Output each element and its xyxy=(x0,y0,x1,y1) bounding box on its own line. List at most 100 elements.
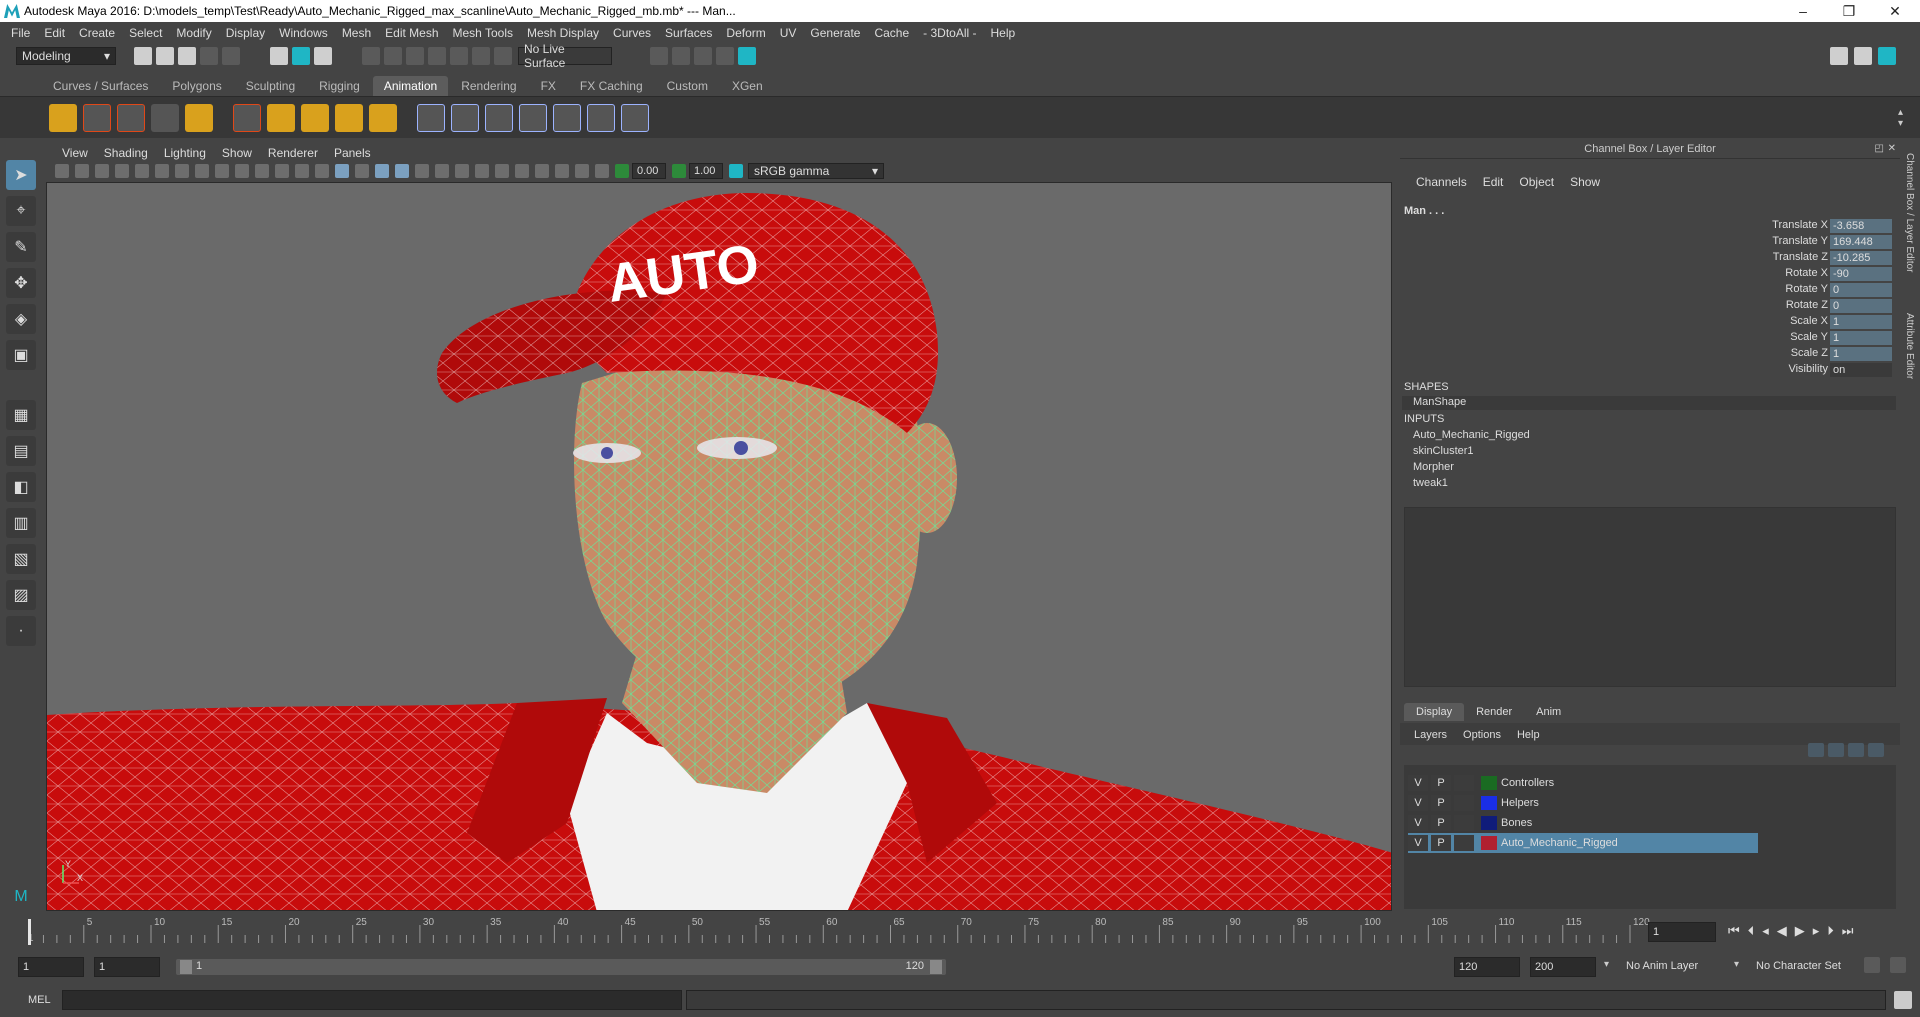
safe-title-icon[interactable] xyxy=(295,164,309,178)
shelf-tab-polygons[interactable]: Polygons xyxy=(161,76,232,96)
input-node[interactable]: Morpher xyxy=(1413,461,1454,473)
channel-label[interactable]: Scale Z xyxy=(1688,347,1828,359)
isolate-select-icon[interactable] xyxy=(535,164,549,178)
input-node[interactable]: Auto_Mechanic_Rigged xyxy=(1413,429,1530,441)
command-input[interactable] xyxy=(62,990,682,1010)
side-by-side-layout-icon[interactable]: ◧ xyxy=(6,472,36,502)
snap-surface-icon[interactable] xyxy=(450,47,468,65)
ik-spline-icon[interactable] xyxy=(485,103,513,132)
script-language-label[interactable]: MEL xyxy=(28,994,51,1006)
camera-select-icon[interactable] xyxy=(55,164,69,178)
layer-menu-options[interactable]: Options xyxy=(1455,729,1509,745)
go-to-start-icon[interactable]: ⏮ xyxy=(1728,923,1740,939)
shelf-tab-sculpting[interactable]: Sculpting xyxy=(235,76,306,96)
camera-attrs-icon[interactable] xyxy=(75,164,89,178)
layer-visibility-toggle[interactable]: V xyxy=(1408,815,1428,831)
layer-name[interactable]: Controllers xyxy=(1501,777,1554,789)
textured-icon[interactable] xyxy=(395,164,409,178)
safe-action-icon[interactable] xyxy=(275,164,289,178)
key-translate-icon[interactable] xyxy=(267,103,295,132)
channel-label[interactable]: Rotate X xyxy=(1688,267,1828,279)
shadows-icon[interactable] xyxy=(435,164,449,178)
channel-menu-object[interactable]: Object xyxy=(1511,175,1562,189)
menu-uv[interactable]: UV xyxy=(773,26,804,40)
panel-menu-lighting[interactable]: Lighting xyxy=(156,146,214,160)
attribute-editor-side-tab[interactable]: Attribute Editor xyxy=(1904,313,1915,379)
move-tool-icon[interactable]: ✥ xyxy=(6,268,36,298)
grid-toggle-icon[interactable] xyxy=(175,164,189,178)
panel-menu-panels[interactable]: Panels xyxy=(326,146,379,160)
auto-key-icon[interactable] xyxy=(1864,957,1880,973)
time-slider[interactable]: 1510152025303540455055606570758085909510… xyxy=(0,915,1920,949)
menu-3dtoall[interactable]: - 3DtoAll - xyxy=(916,26,983,40)
menu-edit[interactable]: Edit xyxy=(37,26,72,40)
menu-windows[interactable]: Windows xyxy=(272,26,335,40)
channel-value[interactable]: 1 xyxy=(1830,331,1892,345)
menu-create[interactable]: Create xyxy=(72,26,122,40)
input-node[interactable]: tweak1 xyxy=(1413,477,1448,489)
panel-menu-renderer[interactable]: Renderer xyxy=(260,146,326,160)
shelf-tab-xgen[interactable]: XGen xyxy=(721,76,774,96)
channel-value[interactable]: -10.285 xyxy=(1830,251,1892,265)
playblast-icon[interactable] xyxy=(49,103,77,132)
image-plane-icon[interactable] xyxy=(115,164,129,178)
render-settings-icon[interactable] xyxy=(716,47,734,65)
cluster-icon[interactable] xyxy=(587,103,615,132)
menu-mesh-display[interactable]: Mesh Display xyxy=(520,26,606,40)
snap-vertex-icon[interactable] xyxy=(472,47,490,65)
menu-mesh-tools[interactable]: Mesh Tools xyxy=(446,26,520,40)
menu-help[interactable]: Help xyxy=(984,26,1023,40)
shelf-tab-animation[interactable]: Animation xyxy=(372,76,449,96)
panel-menu-view[interactable]: View xyxy=(54,146,96,160)
channel-label[interactable]: Rotate Z xyxy=(1688,299,1828,311)
four-view-layout-icon[interactable]: ▤ xyxy=(6,436,36,466)
panel-menu-show[interactable]: Show xyxy=(214,146,260,160)
layer-row[interactable]: V P Helpers xyxy=(1408,793,1758,813)
multisample-icon[interactable] xyxy=(495,164,509,178)
channel-value[interactable]: 0 xyxy=(1830,283,1892,297)
xray-components-icon[interactable] xyxy=(595,164,609,178)
step-back-key-icon[interactable]: ⏴ xyxy=(1748,923,1755,939)
chevron-down-icon[interactable]: ▾ xyxy=(1734,959,1739,970)
minimize-button[interactable]: – xyxy=(1780,0,1826,22)
script-editor-icon[interactable] xyxy=(1894,991,1912,1009)
layer-color-swatch[interactable] xyxy=(1481,816,1497,830)
playback-end-field[interactable]: 120 xyxy=(1454,957,1520,977)
key-rotate-icon[interactable] xyxy=(301,103,329,132)
layer-visibility-toggle[interactable]: V xyxy=(1408,835,1428,851)
channel-box-side-tab[interactable]: Channel Box / Layer Editor xyxy=(1904,153,1915,273)
channel-label[interactable]: Translate Z xyxy=(1688,251,1828,263)
anim-layer-dropdown[interactable]: No Anim Layer xyxy=(1622,957,1738,977)
layer-display-type[interactable] xyxy=(1454,775,1474,791)
shelf-tab-fx[interactable]: FX xyxy=(530,76,567,96)
exposure-icon[interactable] xyxy=(615,164,629,178)
menu-curves[interactable]: Curves xyxy=(606,26,658,40)
snap-curve-icon[interactable] xyxy=(384,47,402,65)
layer-tab-anim[interactable]: Anim xyxy=(1524,703,1573,721)
layer-color-swatch[interactable] xyxy=(1481,836,1497,850)
set-key-icon[interactable] xyxy=(233,103,261,132)
use-all-lights-icon[interactable] xyxy=(415,164,429,178)
2d-pan-zoom-icon[interactable] xyxy=(135,164,149,178)
step-forward-key-icon[interactable]: ⏵ xyxy=(1827,923,1834,939)
select-object-icon[interactable] xyxy=(292,47,310,65)
layer-playback-toggle[interactable]: P xyxy=(1431,775,1451,791)
maximize-button[interactable]: ❐ xyxy=(1826,0,1872,22)
layer-tab-display[interactable]: Display xyxy=(1404,703,1465,721)
channel-label[interactable]: Translate Y xyxy=(1688,235,1828,247)
xray-joints-icon[interactable] xyxy=(575,164,589,178)
color-management-icon[interactable] xyxy=(729,164,743,178)
channel-value[interactable]: 169.448 xyxy=(1830,235,1892,249)
close-button[interactable]: ✕ xyxy=(1872,0,1918,22)
float-panel-icon[interactable]: ◰ xyxy=(1875,143,1884,154)
live-surface-field[interactable]: No Live Surface xyxy=(518,42,612,70)
step-forward-frame-icon[interactable]: ▸ xyxy=(1813,923,1820,939)
grease-pencil-icon[interactable] xyxy=(155,164,169,178)
layer-playback-toggle[interactable]: P xyxy=(1431,835,1451,851)
workspace-icon[interactable] xyxy=(1830,47,1848,65)
layer-visibility-toggle[interactable]: V xyxy=(1408,795,1428,811)
channel-value[interactable]: 0 xyxy=(1830,299,1892,313)
graph-editor-icon[interactable] xyxy=(83,103,111,132)
depth-of-field-icon[interactable] xyxy=(515,164,529,178)
select-tool-icon[interactable]: ➤ xyxy=(6,160,36,190)
